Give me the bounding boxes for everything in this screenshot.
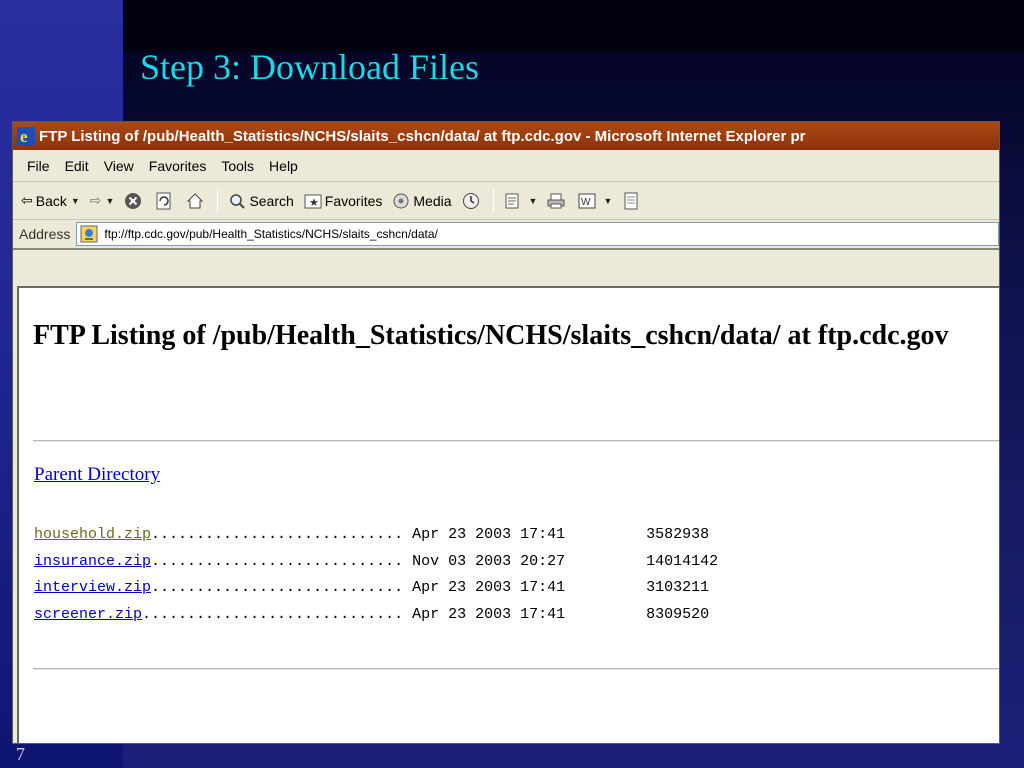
menu-bar: File Edit View Favorites Tools Help <box>13 150 999 182</box>
ie-logo-icon: e <box>17 127 35 145</box>
leader-dots: ............................. <box>142 605 413 623</box>
history-button[interactable] <box>462 192 483 210</box>
search-label: Search <box>249 192 294 209</box>
ftp-folder-icon <box>80 225 98 243</box>
file-link[interactable]: insurance.zip <box>34 553 151 570</box>
toolbar-separator <box>217 188 219 213</box>
print-icon <box>547 193 565 208</box>
menu-tools[interactable]: Tools <box>221 158 254 174</box>
list-item: screener.zip............................… <box>34 602 718 629</box>
forward-arrow-icon: ⇨ <box>89 192 102 208</box>
list-item: insurance.zip...........................… <box>34 549 718 576</box>
divider <box>33 440 999 442</box>
favorites-icon: ★ <box>304 194 322 209</box>
slide-number: 7 <box>16 744 25 764</box>
toolbar: ⇦ Back ▼ ⇨ ▼ Search ★ Favorites Media ▼ … <box>13 182 999 220</box>
back-arrow-icon: ⇦ <box>21 192 33 208</box>
divider <box>33 668 999 670</box>
page-content: FTP Listing of /pub/Health_Statistics/NC… <box>17 286 999 743</box>
home-button[interactable] <box>186 192 207 210</box>
file-size: 8309520 <box>646 605 710 623</box>
parent-directory-link[interactable]: Parent Directory <box>34 464 160 486</box>
column-gap <box>565 579 646 596</box>
file-link[interactable]: household.zip <box>34 526 151 543</box>
leader-dots: ............................ <box>151 579 413 596</box>
back-button[interactable]: ⇦ Back ▼ <box>21 192 80 209</box>
mail-button[interactable]: ▼ <box>504 192 538 210</box>
browser-window: e FTP Listing of /pub/Health_Statistics/… <box>12 121 1000 744</box>
address-label: Address <box>19 226 71 242</box>
stop-button[interactable] <box>124 192 145 210</box>
file-listing: household.zip...........................… <box>34 522 718 628</box>
svg-text:e: e <box>20 127 28 145</box>
toolbar-separator <box>492 188 494 213</box>
window-titlebar[interactable]: e FTP Listing of /pub/Health_Statistics/… <box>13 122 999 150</box>
column-gap <box>565 526 646 543</box>
chevron-down-icon: ▼ <box>70 195 80 206</box>
chevron-down-icon: ▼ <box>603 195 613 206</box>
file-date: Apr 23 2003 17:41 <box>412 526 566 543</box>
search-button[interactable]: Search <box>228 192 294 210</box>
file-date: Apr 23 2003 17:41 <box>412 605 566 623</box>
file-size: 14014142 <box>646 552 719 570</box>
leader-dots: ............................ <box>151 552 413 570</box>
history-icon <box>462 192 479 209</box>
media-icon <box>393 193 409 208</box>
slide-top-strip <box>123 0 1024 52</box>
print-button[interactable] <box>547 192 568 210</box>
edit-icon: W <box>578 193 596 208</box>
address-url: ftp://ftp.cdc.gov/pub/Health_Statistics/… <box>104 227 438 241</box>
chevron-down-icon: ▼ <box>105 195 115 206</box>
menu-favorites[interactable]: Favorites <box>149 158 207 174</box>
back-label: Back <box>35 192 67 209</box>
slide-title: Step 3: Download Files <box>140 47 479 87</box>
menu-file[interactable]: File <box>27 158 50 174</box>
mail-icon <box>505 193 519 208</box>
discuss-button[interactable] <box>622 192 643 210</box>
file-link[interactable]: interview.zip <box>34 579 151 596</box>
file-date: Nov 03 2003 20:27 <box>412 552 566 570</box>
discuss-icon <box>624 192 638 209</box>
page-heading: FTP Listing of /pub/Health_Statistics/NC… <box>33 320 949 351</box>
address-input[interactable]: ftp://ftp.cdc.gov/pub/Health_Statistics/… <box>76 222 999 246</box>
stop-icon <box>125 192 142 209</box>
forward-button[interactable]: ⇨ ▼ <box>90 192 115 209</box>
chevron-down-icon: ▼ <box>528 195 538 206</box>
window-title: FTP Listing of /pub/Health_Statistics/NC… <box>39 127 806 145</box>
file-link[interactable]: screener.zip <box>34 606 142 623</box>
favorites-label: Favorites <box>324 192 383 209</box>
menu-view[interactable]: View <box>104 158 134 174</box>
edit-button[interactable]: W ▼ <box>578 192 612 210</box>
svg-text:★: ★ <box>309 197 319 209</box>
home-icon <box>187 192 204 208</box>
menu-edit[interactable]: Edit <box>65 158 89 174</box>
refresh-icon <box>156 192 171 209</box>
svg-text:W: W <box>581 197 591 208</box>
refresh-button[interactable] <box>155 192 176 210</box>
media-button[interactable]: Media <box>392 192 452 210</box>
list-item: interview.zip...........................… <box>34 575 718 602</box>
column-gap <box>565 553 646 570</box>
column-gap <box>565 606 646 623</box>
file-size: 3103211 <box>646 579 710 596</box>
file-size: 3582938 <box>646 526 710 543</box>
favorites-button[interactable]: ★ Favorites <box>304 192 383 210</box>
leader-dots: ............................ <box>151 526 413 543</box>
media-label: Media <box>413 192 452 209</box>
address-bar: Address ftp://ftp.cdc.gov/pub/Health_Sta… <box>13 220 999 250</box>
menu-help[interactable]: Help <box>269 158 298 174</box>
file-date: Apr 23 2003 17:41 <box>412 579 566 596</box>
list-item: household.zip...........................… <box>34 522 718 549</box>
search-icon <box>230 193 246 209</box>
